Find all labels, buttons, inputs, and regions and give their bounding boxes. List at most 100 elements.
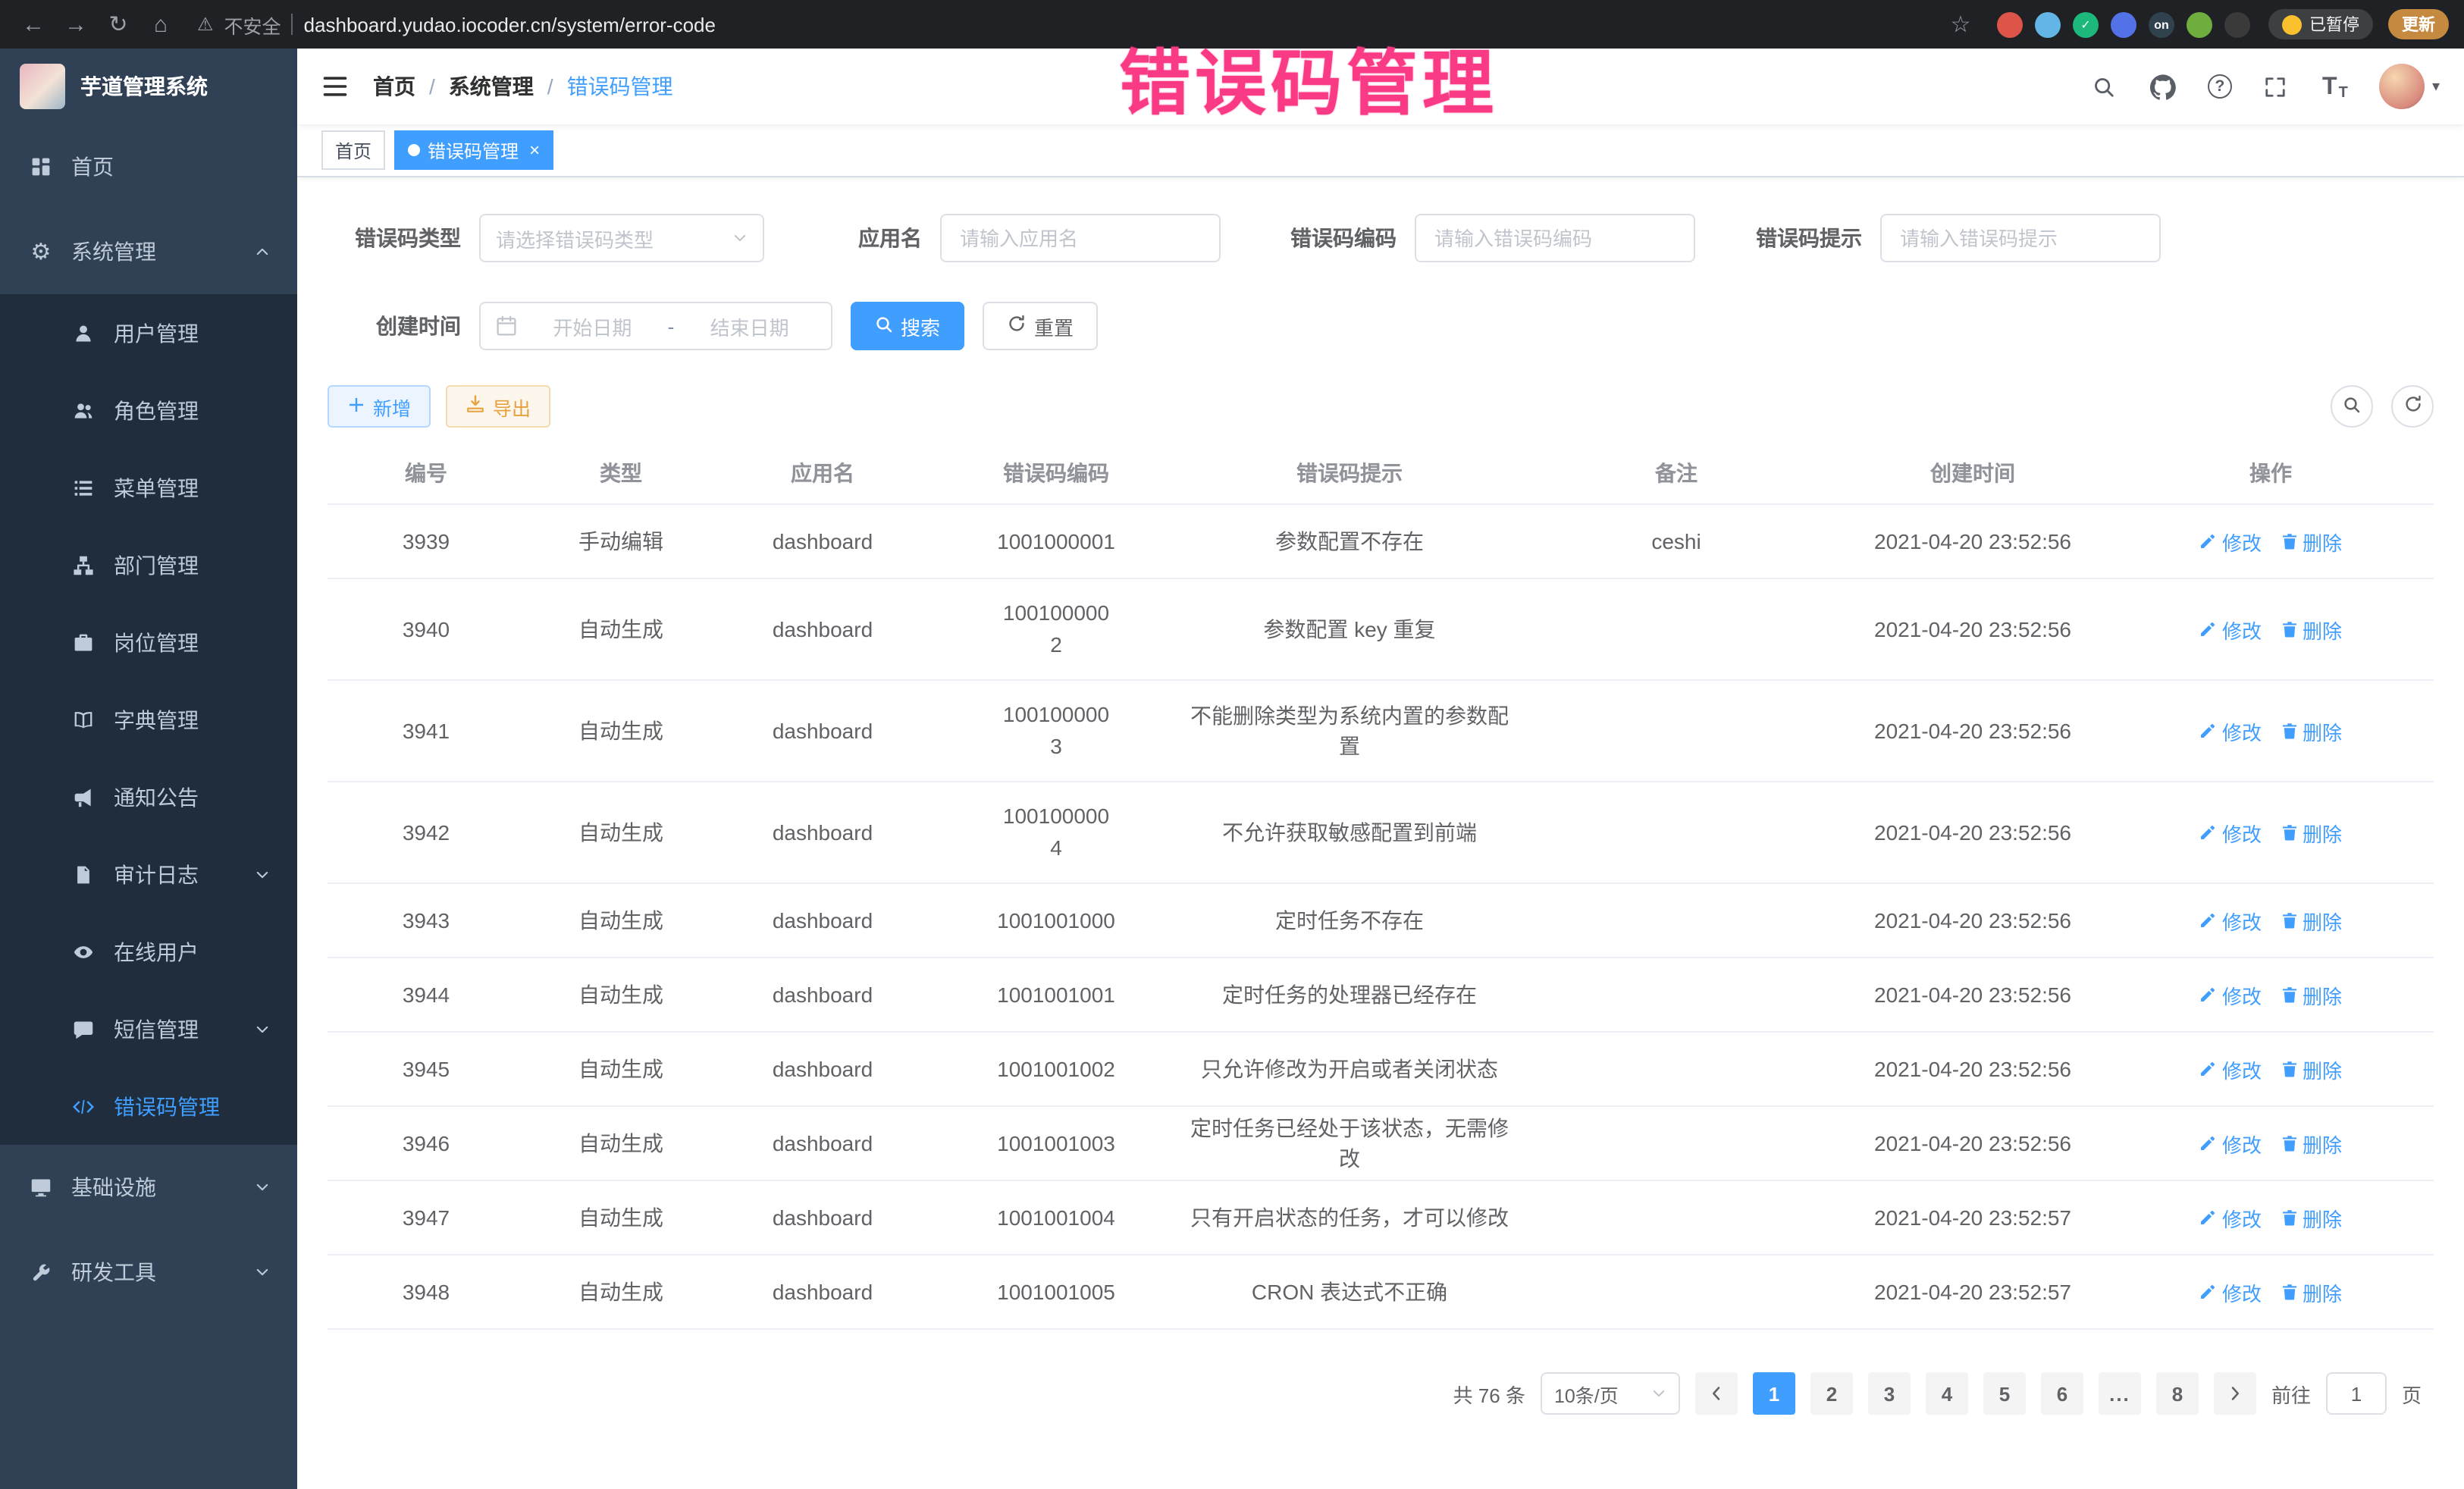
error-code-type-select[interactable]: 请选择错误码类型 [479, 214, 764, 262]
page-8-button[interactable]: 8 [2156, 1372, 2199, 1415]
font-size-icon[interactable]: TT [2320, 71, 2350, 102]
paused-badge[interactable]: 已暂停 [2268, 9, 2373, 39]
sidebar-item-role-management[interactable]: 角色管理 [0, 371, 297, 449]
refresh-icon [2403, 394, 2422, 418]
sidebar-item-user-management[interactable]: 用户管理 [0, 294, 297, 371]
forward-icon[interactable]: → [58, 11, 94, 37]
sidebar-item-dept-management[interactable]: 部门管理 [0, 526, 297, 603]
fullscreen-icon[interactable] [2261, 71, 2291, 102]
update-button[interactable]: 更新 [2388, 9, 2449, 39]
search-button[interactable]: 搜索 [851, 302, 964, 350]
delete-button[interactable]: 删除 [2280, 615, 2342, 644]
edit-button[interactable]: 修改 [2199, 1203, 2262, 1232]
sidebar-item-notice-management[interactable]: 通知公告 [0, 758, 297, 835]
toggle-search-button[interactable] [2331, 385, 2373, 428]
error-code-input[interactable] [1415, 214, 1695, 262]
sidebar-item-dev-tools[interactable]: 研发工具 [0, 1230, 297, 1315]
sidebar-item-online-users[interactable]: 在线用户 [0, 913, 297, 990]
sidebar-item-menu-management[interactable]: 菜单管理 [0, 449, 297, 526]
page-size-select[interactable]: 10条/页 [1541, 1372, 1680, 1415]
extension-lightblue-icon[interactable] [2035, 11, 2061, 37]
extension-blue-grid-icon[interactable] [2111, 11, 2136, 37]
sidebar-item-home[interactable]: 首页 [0, 124, 297, 209]
search-button-label: 搜索 [901, 312, 940, 340]
edit-button[interactable]: 修改 [2199, 818, 2262, 847]
page-6-button[interactable]: 6 [2041, 1372, 2083, 1415]
page-1-button[interactable]: 1 [1753, 1372, 1795, 1415]
extension-green-check-icon[interactable]: ✓ [2073, 11, 2099, 37]
page-4-button[interactable]: 4 [1926, 1372, 1968, 1415]
sidebar-item-sms-management[interactable]: 短信管理 [0, 990, 297, 1067]
logo[interactable]: 芋道管理系统 [0, 49, 297, 124]
extension-puzzle-icon[interactable] [2224, 11, 2250, 37]
bookmark-star-icon[interactable]: ☆ [1942, 11, 1979, 38]
breadcrumb-home[interactable]: 首页 [373, 71, 415, 102]
more-pages-button[interactable]: ... [2099, 1372, 2141, 1415]
edit-button[interactable]: 修改 [2199, 527, 2262, 556]
reload-icon[interactable]: ↻ [100, 11, 136, 38]
edit-button[interactable]: 修改 [2199, 1055, 2262, 1083]
edit-button[interactable]: 修改 [2199, 980, 2262, 1009]
delete-button[interactable]: 删除 [2280, 527, 2342, 556]
search-icon[interactable] [2089, 71, 2120, 102]
delete-button[interactable]: 删除 [2280, 1277, 2342, 1306]
cell-operations: 修改删除 [2108, 958, 2434, 1032]
delete-button[interactable]: 删除 [2280, 906, 2342, 935]
user-menu[interactable]: ▾ [2379, 64, 2440, 109]
app-name-input[interactable] [940, 214, 1221, 262]
download-icon [466, 394, 485, 418]
sidebar-item-dict-management[interactable]: 字典管理 [0, 681, 297, 758]
error-hint-input[interactable] [1880, 214, 2161, 262]
edit-button[interactable]: 修改 [2199, 716, 2262, 745]
date-range-picker[interactable]: 开始日期 - 结束日期 [479, 302, 832, 350]
filter-error-code: 错误码编码 [1263, 214, 1695, 262]
date-separator: - [668, 315, 675, 337]
hamburger-icon[interactable] [321, 73, 349, 100]
edit-button[interactable]: 修改 [2199, 615, 2262, 644]
home-icon[interactable]: ⌂ [143, 11, 179, 37]
edit-button[interactable]: 修改 [2199, 906, 2262, 935]
next-page-button[interactable] [2214, 1372, 2256, 1415]
breadcrumb-system-management[interactable]: 系统管理 [449, 71, 534, 102]
add-button[interactable]: 新增 [328, 385, 431, 428]
prev-page-button[interactable] [1695, 1372, 1738, 1415]
cell-app-name: dashboard [717, 1180, 928, 1255]
delete-button[interactable]: 删除 [2280, 818, 2342, 847]
delete-button[interactable]: 删除 [2280, 1203, 2342, 1232]
delete-button[interactable]: 删除 [2280, 1129, 2342, 1158]
sidebar-item-audit-log[interactable]: 审计日志 [0, 835, 297, 913]
export-button[interactable]: 导出 [446, 385, 550, 428]
delete-button[interactable]: 删除 [2280, 716, 2342, 745]
sidebar-item-error-code-management[interactable]: 错误码管理 [0, 1067, 297, 1145]
cell-operations: 修改删除 [2108, 1255, 2434, 1329]
sidebar-item-post-management[interactable]: 岗位管理 [0, 603, 297, 681]
filter-error-code-type: 错误码类型 请选择错误码类型 [328, 214, 764, 262]
tag-home[interactable]: 首页 [321, 130, 385, 170]
delete-button[interactable]: 删除 [2280, 1055, 2342, 1083]
refresh-table-button[interactable] [2391, 385, 2434, 428]
extension-dark-on-icon[interactable]: on [2149, 11, 2174, 37]
page-3-button[interactable]: 3 [1868, 1372, 1911, 1415]
cell-operations: 修改删除 [2108, 883, 2434, 958]
tag-error-code-management[interactable]: 错误码管理× [394, 130, 553, 170]
goto-page-input[interactable] [2326, 1372, 2387, 1415]
extension-green-leaf-icon[interactable] [2187, 11, 2212, 37]
add-button-label: 新增 [373, 392, 411, 421]
sidebar-item-label: 角色管理 [114, 395, 270, 425]
sidebar-item-infrastructure[interactable]: 基础设施 [0, 1145, 297, 1230]
update-button-label: 更新 [2402, 12, 2435, 36]
close-icon[interactable]: × [529, 141, 540, 159]
edit-button[interactable]: 修改 [2199, 1277, 2262, 1306]
page-2-button[interactable]: 2 [1810, 1372, 1853, 1415]
address-bar[interactable]: ⚠ 不安全 dashboard.yudao.iocoder.cn/system/… [197, 10, 1936, 39]
extension-red-icon[interactable] [1997, 11, 2023, 37]
help-icon[interactable]: ? [2208, 74, 2232, 99]
back-icon[interactable]: ← [15, 11, 52, 37]
sidebar-item-system-management[interactable]: ⚙系统管理 [0, 209, 297, 294]
page-5-button[interactable]: 5 [1983, 1372, 2026, 1415]
reset-button[interactable]: 重置 [983, 302, 1098, 350]
cell-error-hint: 不允许获取敏感配置到前端 [1184, 782, 1515, 883]
edit-button[interactable]: 修改 [2199, 1129, 2262, 1158]
delete-button[interactable]: 删除 [2280, 980, 2342, 1009]
github-icon[interactable] [2149, 71, 2179, 102]
